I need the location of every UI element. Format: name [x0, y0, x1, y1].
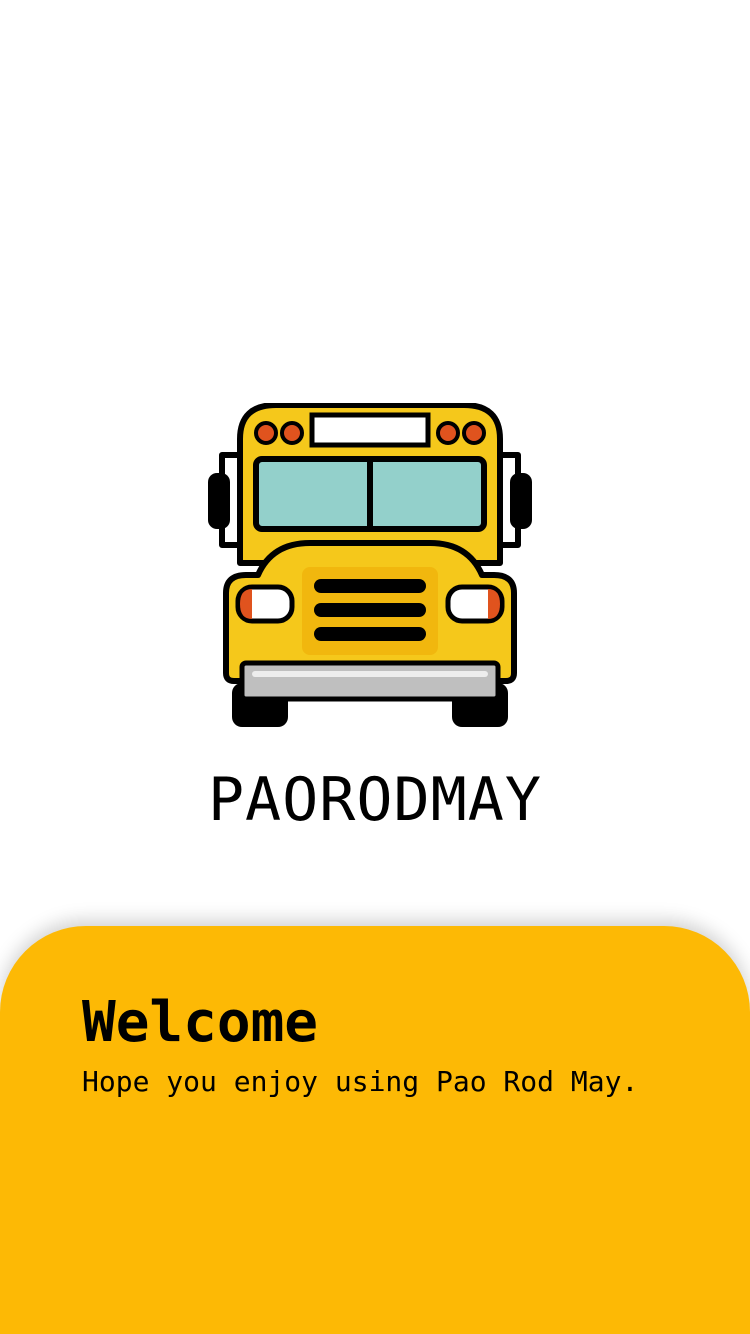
welcome-subtitle: Hope you enjoy using Pao Rod May. [82, 1065, 639, 1098]
welcome-title: Welcome [82, 990, 319, 1055]
splash-screen: PAORODMAY Welcome Hope you enjoy using P… [0, 0, 750, 1334]
school-bus-icon [208, 403, 532, 727]
app-brand-name: PAORODMAY [207, 765, 543, 835]
